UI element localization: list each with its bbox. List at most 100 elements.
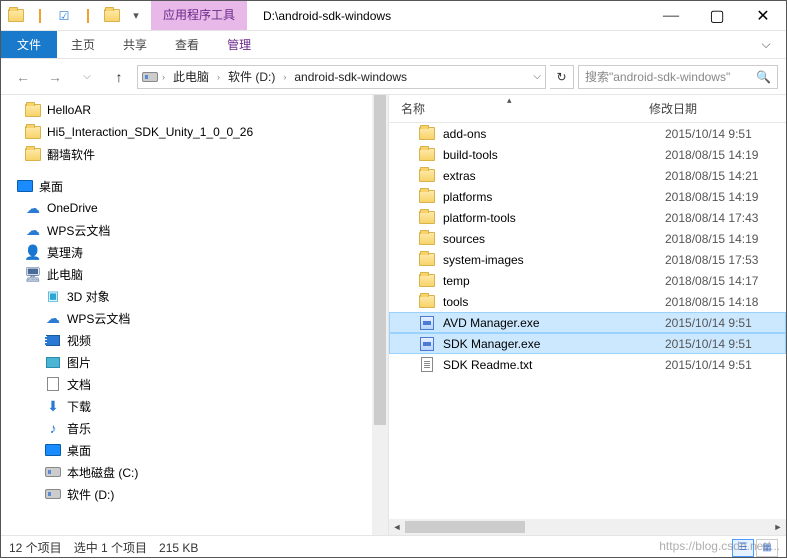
breadcrumb-segment[interactable]: 软件 (D:) — [224, 68, 279, 85]
navigation-tree[interactable]: HelloARHi5_Interaction_SDK_Unity_1_0_0_2… — [1, 95, 389, 535]
folder-icon[interactable] — [5, 5, 27, 27]
search-icon[interactable]: 🔍 — [756, 70, 771, 84]
tree-pc-child[interactable]: 视频 — [9, 329, 388, 351]
cloud-icon: ☁ — [25, 200, 41, 216]
context-tab-title: 应用程序工具 — [163, 10, 235, 21]
chevron-right-icon[interactable]: › — [217, 72, 220, 82]
tree-pc-child[interactable]: 图片 — [9, 351, 388, 373]
tree-pc-child[interactable]: 桌面 — [9, 439, 388, 461]
chevron-right-icon[interactable]: › — [283, 72, 286, 82]
details-view-button[interactable]: ☰ — [732, 539, 754, 557]
qat-dropdown-icon[interactable]: ▾ — [125, 5, 147, 27]
address-dropdown-icon[interactable]: ⌵ — [533, 71, 541, 82]
tree-pc-child[interactable]: ♪ 音乐 — [9, 417, 388, 439]
tree-this-pc[interactable]: 🖥此电脑 — [9, 263, 388, 285]
tree-item-label: 文档 — [67, 376, 91, 393]
file-row[interactable]: SDK Readme.txt2015/10/14 9:51 — [389, 354, 786, 375]
file-tab[interactable]: 文件 — [1, 31, 57, 58]
share-tab[interactable]: 共享 — [109, 31, 161, 58]
tree-item-label: 下载 — [67, 398, 91, 415]
folder-icon — [419, 168, 435, 184]
tree-pc-child[interactable]: 本地磁盘 (C:) — [9, 461, 388, 483]
minimize-button[interactable]: — — [648, 1, 694, 30]
pc-icon: 🖥 — [25, 266, 41, 282]
status-item-count: 12 个项目 — [9, 539, 62, 556]
expand-ribbon-icon[interactable]: ⌵ — [746, 31, 786, 58]
search-placeholder: 搜索"android-sdk-windows" — [585, 68, 752, 85]
cloud-icon: ☁ — [25, 222, 41, 238]
file-row[interactable]: extras2018/08/15 14:21 — [389, 165, 786, 186]
back-button[interactable]: ← — [9, 65, 37, 89]
tree-scrollbar[interactable] — [372, 95, 388, 535]
drive-icon — [142, 72, 158, 82]
file-name: add-ons — [443, 127, 665, 141]
folder-icon — [419, 189, 435, 205]
file-date: 2018/08/15 14:17 — [665, 274, 758, 288]
maximize-button[interactable]: ▢ — [694, 1, 740, 30]
file-name: SDK Manager.exe — [443, 337, 665, 351]
chevron-right-icon[interactable]: › — [162, 72, 165, 82]
tree-folder-item[interactable]: Hi5_Interaction_SDK_Unity_1_0_0_26 — [9, 121, 388, 143]
view-tab[interactable]: 查看 — [161, 31, 213, 58]
picture-icon — [45, 354, 61, 370]
file-row[interactable]: tools2018/08/15 14:18 — [389, 291, 786, 312]
recent-dropdown-icon[interactable]: ⌵ — [73, 65, 101, 89]
search-input[interactable]: 搜索"android-sdk-windows" 🔍 — [578, 65, 778, 89]
thumbnails-view-button[interactable]: ▦ — [756, 539, 778, 557]
file-date: 2018/08/15 14:19 — [665, 190, 758, 204]
column-name[interactable]: 名称 — [401, 100, 649, 117]
file-row[interactable]: build-tools2018/08/15 14:19 — [389, 144, 786, 165]
breadcrumb-segment[interactable]: 此电脑 — [169, 68, 213, 85]
quick-access-toolbar: ☑ ▾ — [1, 1, 151, 30]
text-file-icon — [419, 357, 435, 373]
desktop-icon — [45, 442, 61, 458]
file-row[interactable]: SDK Manager.exe2015/10/14 9:51 — [389, 333, 786, 354]
file-row[interactable]: AVD Manager.exe2015/10/14 9:51 — [389, 312, 786, 333]
file-row[interactable]: sources2018/08/15 14:19 — [389, 228, 786, 249]
horizontal-scrollbar[interactable]: ◄ ► — [389, 519, 786, 535]
tree-folder-item[interactable]: 翻墙软件 — [9, 143, 388, 165]
up-button[interactable]: ↑ — [105, 65, 133, 89]
file-name: platforms — [443, 190, 665, 204]
drive-icon — [45, 464, 61, 480]
refresh-button[interactable]: ↻ — [550, 65, 574, 89]
breadcrumb-segment[interactable]: android-sdk-windows — [290, 70, 411, 84]
column-headers[interactable]: ▴ 名称 修改日期 — [389, 95, 786, 123]
file-row[interactable]: platform-tools2018/08/14 17:43 — [389, 207, 786, 228]
scroll-right-icon[interactable]: ► — [770, 522, 786, 532]
main-area: HelloARHi5_Interaction_SDK_Unity_1_0_0_2… — [1, 95, 786, 535]
tree-onedrive[interactable]: ☁OneDrive — [9, 197, 388, 219]
tree-item-label: 音乐 — [67, 420, 91, 437]
scrollbar-thumb[interactable] — [374, 95, 386, 425]
folder-icon — [25, 124, 41, 140]
scrollbar-thumb[interactable] — [405, 521, 525, 533]
scroll-left-icon[interactable]: ◄ — [389, 522, 405, 532]
breadcrumb[interactable]: › 此电脑 › 软件 (D:) › android-sdk-windows ⌵ — [137, 65, 546, 89]
file-date: 2018/08/15 14:19 — [665, 232, 758, 246]
tree-pc-child[interactable]: 软件 (D:) — [9, 483, 388, 505]
file-row[interactable]: add-ons2015/10/14 9:51 — [389, 123, 786, 144]
tree-user[interactable]: 👤莫理涛 — [9, 241, 388, 263]
file-row[interactable]: platforms2018/08/15 14:19 — [389, 186, 786, 207]
tree-pc-child[interactable]: ☁WPS云文档 — [9, 307, 388, 329]
file-row[interactable]: temp2018/08/15 14:17 — [389, 270, 786, 291]
file-row[interactable]: system-images2018/08/15 17:53 — [389, 249, 786, 270]
tree-wps[interactable]: ☁WPS云文档 — [9, 219, 388, 241]
tree-pc-child[interactable]: ⬇下载 — [9, 395, 388, 417]
properties-icon[interactable]: ☑ — [53, 5, 75, 27]
tree-item-label: 翻墙软件 — [47, 146, 95, 163]
close-button[interactable]: ✕ — [740, 1, 786, 30]
file-date: 2018/08/15 14:21 — [665, 169, 758, 183]
column-date[interactable]: 修改日期 — [649, 100, 769, 117]
file-list[interactable]: add-ons2015/10/14 9:51build-tools2018/08… — [389, 123, 786, 519]
tree-pc-child[interactable]: ▣3D 对象 — [9, 285, 388, 307]
tree-pc-child[interactable]: 文档 — [9, 373, 388, 395]
tree-folder-item[interactable]: HelloAR — [9, 99, 388, 121]
manage-tab[interactable]: 管理 — [213, 31, 265, 58]
tree-desktop[interactable]: 桌面 — [9, 175, 388, 197]
forward-button[interactable]: → — [41, 65, 69, 89]
home-tab[interactable]: 主页 — [57, 31, 109, 58]
folder-icon[interactable] — [101, 5, 123, 27]
tree-item-label: 视频 — [67, 332, 91, 349]
music-icon: ♪ — [45, 420, 61, 436]
